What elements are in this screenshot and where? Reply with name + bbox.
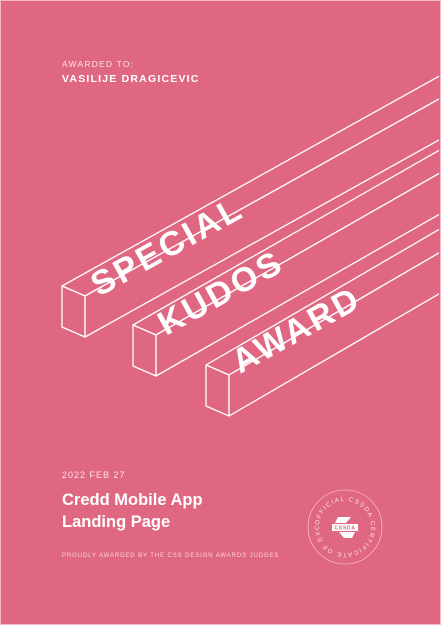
project-title-line-1: Credd Mobile App <box>62 491 203 509</box>
judges-footer: PROUDLY AWARDED BY THE CSS DESIGN AWARDS… <box>62 553 280 559</box>
award-date: 2022 FEB 27 <box>62 470 126 480</box>
project-title: Credd Mobile App Landing Page <box>62 489 282 533</box>
project-title-line-2: Landing Page <box>62 513 171 531</box>
cssda-certificate-seal: OFFICIAL CSSDA CERTIFICATE OF EXCELLENCE… <box>305 487 383 565</box>
seal-logo-text: CSSDA <box>334 526 355 532</box>
